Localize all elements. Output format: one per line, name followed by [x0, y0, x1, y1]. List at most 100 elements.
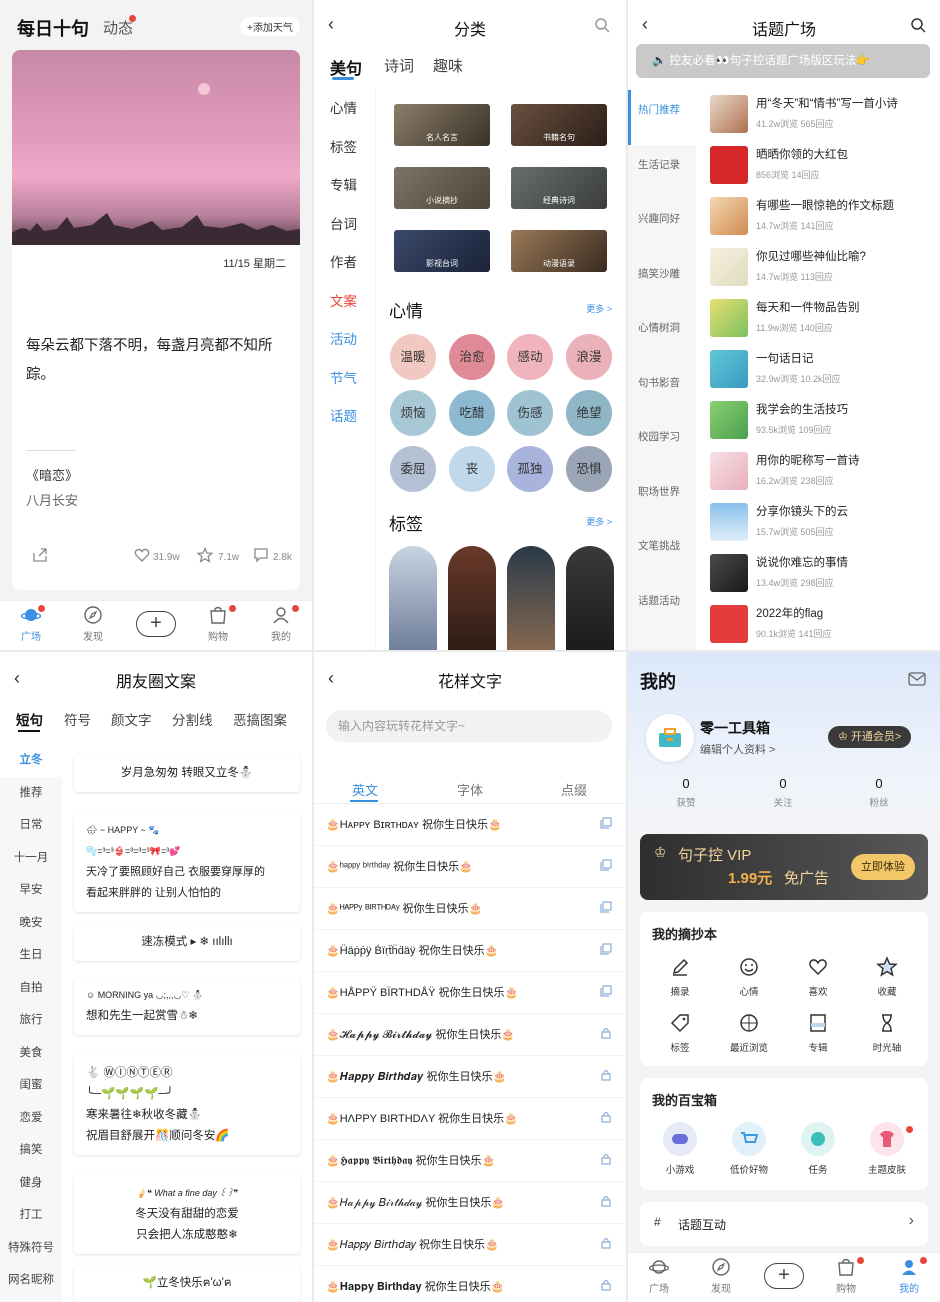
- mood-circle[interactable]: 丧: [449, 446, 495, 492]
- add-weather-button[interactable]: +添加天气: [240, 17, 300, 36]
- category-thumb[interactable]: 影视台词: [394, 230, 490, 272]
- sidebar-item[interactable]: 心情树洞: [628, 308, 696, 363]
- sidebar-item[interactable]: 自拍: [0, 972, 62, 1005]
- copy-icon[interactable]: [600, 985, 612, 997]
- copy-card[interactable]: 岁月急匆匆 转眼又立冬⛄: [74, 755, 300, 792]
- mood-circle[interactable]: 感动: [507, 334, 553, 380]
- fancy-text-row[interactable]: 🎂𝐻𝑎𝑝𝑝𝑦 𝐵𝑖𝑟𝑡ℎ𝑑𝑎𝑦 祝你生日快乐🎂: [314, 1224, 626, 1266]
- sidebar-item[interactable]: 台词: [314, 206, 375, 245]
- treasure-item-games[interactable]: 小游戏: [650, 1122, 710, 1176]
- sidebar-item[interactable]: 句书影音: [628, 363, 696, 418]
- topic-item[interactable]: 你见过哪些神仙比喻? 14.7w浏览 113回应: [710, 248, 940, 294]
- topic-item[interactable]: 用“冬天”和“情书”写一首小诗 41.2w浏览 565回应: [710, 95, 940, 141]
- open-membership-button[interactable]: ♔ 开通会员>: [828, 726, 912, 748]
- sidebar-item[interactable]: 旅行: [0, 1004, 62, 1037]
- tag-image[interactable]: [448, 546, 496, 650]
- lock-icon[interactable]: [600, 1069, 612, 1081]
- topic-item[interactable]: 说说你难忘的事情 13.4w浏览 298回应: [710, 554, 940, 600]
- mood-circle[interactable]: 伤感: [507, 390, 553, 436]
- notebook-item-tag[interactable]: 标签: [650, 1012, 710, 1054]
- sidebar-item[interactable]: 推荐: [0, 777, 62, 810]
- vip-banner[interactable]: ♔ 句子控 VIP 1.99元 免广告 立即体验: [640, 834, 928, 900]
- fancy-text-row[interactable]: 🎂𝐇𝐚𝐩𝐩𝐲 𝐁𝐢𝐫𝐭𝐡𝐝𝐚𝐲 祝你生日快乐🎂: [314, 1266, 626, 1302]
- avatar[interactable]: [646, 714, 694, 762]
- category-thumb[interactable]: 小说摘抄: [394, 167, 490, 209]
- tab-discover[interactable]: 发现: [696, 1257, 746, 1295]
- sidebar-item[interactable]: 生日: [0, 939, 62, 972]
- tab-poems[interactable]: 诗词: [384, 55, 414, 76]
- sidebar-item[interactable]: 专辑: [314, 167, 375, 206]
- tab-square[interactable]: 广场: [6, 605, 56, 643]
- sidebar-item[interactable]: 晚安: [0, 907, 62, 940]
- mood-circle[interactable]: 浪漫: [566, 334, 612, 380]
- topic-item[interactable]: 用你的昵称写一首诗 16.2w浏览 238回应: [710, 452, 940, 498]
- fancy-text-row[interactable]: 🎂HÅPPŸ BÏRTHDÅŸ 祝你生日快乐🎂: [314, 972, 626, 1014]
- sidebar-item[interactable]: 搞笑: [0, 1134, 62, 1167]
- sidebar-item[interactable]: 闺蜜: [0, 1069, 62, 1102]
- mood-circle[interactable]: 烦恼: [390, 390, 436, 436]
- category-thumb[interactable]: 书籍名句: [511, 104, 607, 146]
- treasure-item-deals[interactable]: 低价好物: [719, 1122, 779, 1176]
- sidebar-item[interactable]: 热门推荐: [628, 90, 696, 145]
- sidebar-item[interactable]: 搞笑沙雕: [628, 254, 696, 309]
- tab-funny-art[interactable]: 恶搞图案: [233, 709, 287, 729]
- edit-profile-link[interactable]: 编辑个人资料 >: [700, 741, 775, 757]
- search-icon[interactable]: [910, 17, 926, 33]
- treasure-item-tasks[interactable]: 任务: [788, 1122, 848, 1176]
- sidebar-item[interactable]: 网名昵称: [0, 1264, 62, 1297]
- tab-english[interactable]: 英文: [352, 780, 378, 799]
- topic-item[interactable]: 每天和一件物品告别 11.9w浏览 140回应: [710, 299, 940, 345]
- sidebar-item[interactable]: 生活记录: [628, 145, 696, 200]
- mood-circle[interactable]: 温暖: [390, 334, 436, 380]
- notebook-item-excerpt[interactable]: 摘录: [650, 956, 710, 998]
- tab-divider[interactable]: 分割线: [172, 709, 213, 729]
- lock-icon[interactable]: [600, 1279, 612, 1291]
- tab-discover[interactable]: 发现: [68, 605, 118, 643]
- mood-circle[interactable]: 吃醋: [449, 390, 495, 436]
- fancy-text-row[interactable]: 🎂ᴴᴬᴾᴾʸ ᴮᴵᴿᵀᴴᴰᴬʸ 祝你生日快乐🎂: [314, 888, 626, 930]
- category-thumb[interactable]: 名人名言: [394, 104, 490, 146]
- notebook-item-recent[interactable]: 最近浏览: [719, 1012, 779, 1054]
- lock-icon[interactable]: [600, 1111, 612, 1123]
- lock-icon[interactable]: [600, 1237, 612, 1249]
- sidebar-item[interactable]: 文案: [314, 283, 375, 322]
- copy-icon[interactable]: [600, 901, 612, 913]
- mood-circle[interactable]: 孤独: [507, 446, 553, 492]
- share-icon[interactable]: [32, 547, 48, 563]
- sidebar-item[interactable]: 兴趣同好: [628, 199, 696, 254]
- copy-icon[interactable]: [600, 817, 612, 829]
- notebook-item-album[interactable]: 专辑: [788, 1012, 848, 1054]
- copy-card[interactable]: 🌱立冬快乐ฅ'ω'ฅ: [74, 1265, 300, 1302]
- sidebar-item[interactable]: 健身: [0, 1167, 62, 1200]
- sidebar-item[interactable]: 十一月: [0, 842, 62, 875]
- try-vip-button[interactable]: 立即体验: [851, 854, 915, 880]
- topic-item[interactable]: 一句话日记 32.9w浏览 10.2k回应: [710, 350, 940, 396]
- lock-icon[interactable]: [600, 1027, 612, 1039]
- topic-interact-row[interactable]: # 话题互动 ›: [640, 1202, 928, 1246]
- tab-mine[interactable]: 我的: [256, 605, 306, 643]
- fancy-text-input[interactable]: 输入内容玩转花样文字~: [326, 710, 612, 742]
- like-icon[interactable]: [134, 547, 150, 563]
- tab-decorate[interactable]: 点缀: [561, 780, 587, 799]
- copy-card[interactable]: 速冻模式 ▸ ❄ ıılıllı: [74, 924, 300, 961]
- tab-sentences[interactable]: 美句: [330, 55, 362, 79]
- sidebar-item[interactable]: 打工: [0, 1199, 62, 1232]
- search-icon[interactable]: [594, 17, 610, 33]
- sidebar-item[interactable]: 话题活动: [628, 581, 696, 636]
- tab-fun[interactable]: 趣味: [433, 55, 463, 76]
- fancy-text-row[interactable]: 🎂𝐻𝒶𝓅𝓅𝓎 𝐵𝒾𝓇𝓉𝒽𝒹𝒶𝓎 祝你生日快乐🎂: [314, 1182, 626, 1224]
- copy-card[interactable]: 🍦❝ What a fine day ꒰꒱❞ 冬天没有甜甜的恋爱 只会把人冻成憨…: [74, 1175, 300, 1254]
- tab-shop[interactable]: 购物: [821, 1257, 871, 1295]
- category-thumb[interactable]: 经典诗词: [511, 167, 607, 209]
- tag-image[interactable]: [389, 546, 437, 650]
- stat-likes[interactable]: 0 获赞: [651, 776, 721, 809]
- fancy-text-row[interactable]: 🎂𝕳𝖆𝖕𝖕𝖞 𝕭𝖎𝖗𝖙𝖍𝖉𝖆𝖞 祝你生日快乐🎂: [314, 1140, 626, 1182]
- sidebar-item[interactable]: 标签: [314, 129, 375, 168]
- lock-icon[interactable]: [600, 1153, 612, 1165]
- mood-circle[interactable]: 绝望: [566, 390, 612, 436]
- sidebar-item[interactable]: 美食: [0, 1037, 62, 1070]
- announcement-banner[interactable]: 🔈 控友必看👀句子控话题广场版区玩法👉: [636, 44, 930, 78]
- sidebar-item[interactable]: 活动: [314, 321, 375, 360]
- create-button[interactable]: +: [136, 611, 176, 637]
- sidebar-item[interactable]: 特殊符号: [0, 1232, 62, 1265]
